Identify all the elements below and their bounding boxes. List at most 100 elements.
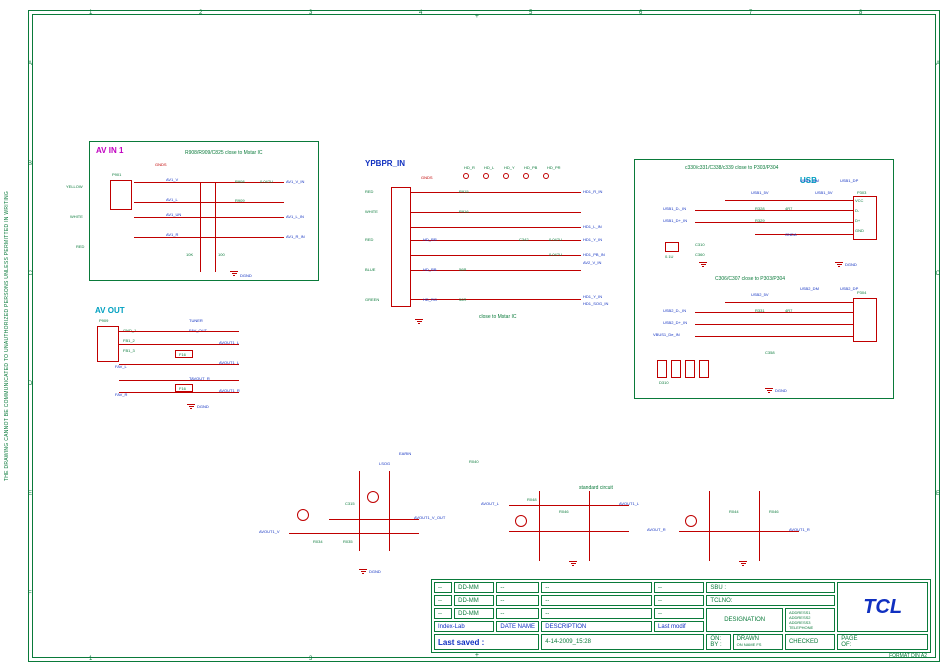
zone-top-6: 6 [639,10,642,16]
zone-right-a: A [936,61,940,67]
c-white: WHITE [365,209,378,214]
block-av-in-1: AV IN 1 R908/R909/C825 close to Mstar IC… [89,141,319,281]
zone-left-b: B [28,161,32,167]
tb-lastmodif: Last modif [654,621,704,632]
zone-left-f: F [28,591,32,597]
ypbpr-title: YPBPR_IN [365,159,405,168]
cap047b: 0.047U [549,237,562,242]
tb-date2: DD-MM [454,595,494,606]
zone-left-d: D [28,381,32,387]
conn-white: WHITE [70,214,83,219]
c-red: RED [365,189,373,194]
cap047: 0.047U [260,179,273,184]
o-hdr: HD1_R_IN [583,189,602,194]
zone-bot-1: 1 [89,656,92,662]
av-in-gnds: GNDS [155,162,167,167]
conn-p411 [391,187,411,307]
wire [759,491,760,561]
block-av-out: AV OUT P909 GND_1 FB1_2 FB1_3 TUNER FAV_… [89,306,289,416]
tb-by: BY : [710,642,721,648]
out-av1r: AV1_R_IN [286,234,305,239]
wire [679,531,799,532]
wire [695,336,853,337]
d-: D- [855,208,859,213]
usb-note1: c330/c331/C338/c339 close to P303/P304 [685,165,778,171]
wire [215,182,216,272]
tb-indexlab: Index-Lab [434,621,494,632]
tb-tclno: TCLNO: [706,595,835,606]
zone-top-7: 7 [749,10,752,16]
wire [695,210,853,211]
c342: C342 [519,237,529,242]
f16a: F16 [179,352,186,357]
r10k: 10K [186,252,193,257]
q1 [297,509,309,521]
r100: 100 [218,252,225,257]
lbl-p901: P901 [112,172,121,177]
zone-top-8: 8 [859,10,862,16]
r915: R915 [459,189,469,194]
out-av1l: AV1_L_IN [286,214,304,219]
dgnd: DGND [240,273,252,278]
pad [463,173,469,179]
zone-right-c: C [936,271,940,277]
vcc: VCC [855,198,863,203]
r034: R034 [313,539,323,544]
usb2dm-in: USB2_D-_IN [663,308,686,313]
r908: R908 [235,179,245,184]
c315: C315 [345,501,355,506]
avoutr-in: AVOUT_R [647,527,666,532]
title-block: --DD-MM------ SBU : TCL --DD-MM------ TC… [431,579,931,653]
ypbpr-note: close to Mstar IC [479,314,517,320]
gnda: GNDA [785,232,797,237]
wire [695,222,853,223]
gnd-icon [699,262,707,267]
f16b: F16 [179,386,186,391]
wire [389,471,390,551]
usb1dp-in: USB1_D+_IN [663,218,687,223]
hdr: HD_R [464,165,475,170]
usb1-5v-b: USB1_5V [815,190,833,195]
hdy: HD_Y [504,165,515,170]
wire [695,324,853,325]
r048: R048 [527,497,537,502]
zone-left-a: A [28,61,32,67]
wire [134,237,284,238]
hdrr: HD_RR [423,237,437,242]
o-hdl: HD1_L_IN [583,224,602,229]
tb-lastsaved-val: 4-14-2009_15:28 [541,634,704,650]
center-mark-bot: + [475,652,479,659]
c310: C310 [695,242,705,247]
wire [411,227,581,228]
tb-sbu: SBU : [706,582,835,593]
wire [725,302,853,303]
earin: EARIN [399,451,411,456]
usb1dm-in: USB1_D-_IN [663,206,686,211]
fb12: FB1_2 [123,338,135,343]
d17d [699,360,709,378]
r331: R331 [755,308,765,313]
lbl-p303: P303 [857,190,866,195]
wire [119,380,239,381]
hdrg: HD_RG [423,297,437,302]
zone-left-e: E [28,491,32,497]
zone-top-3: 3 [309,10,312,16]
lsog: LSOG [379,461,390,466]
q3 [515,515,527,527]
dgnd5: DGND [369,569,381,574]
zone-top-1: 1 [89,10,92,16]
usb1dp: USB1_DP [840,178,858,183]
tb-of: OF: [841,642,851,648]
wire [509,505,629,506]
pad [503,173,509,179]
o-sog: HD1_SOG_IN [583,301,608,306]
drawing-sheet: 1 2 3 4 5 6 7 8 1 3 A B C D E F A C E + … [28,10,940,662]
usb-note2: C306/C307 close to P303/P304 [715,276,785,282]
q2 [367,491,379,503]
out-av1v: AV1_V_IN [286,179,304,184]
r4r7: 4R7 [785,206,792,211]
cap047c: 0.047U [549,252,562,257]
av-out-title: AV OUT [95,306,125,315]
r916: R916 [459,209,469,214]
gnd-icon [569,561,577,566]
